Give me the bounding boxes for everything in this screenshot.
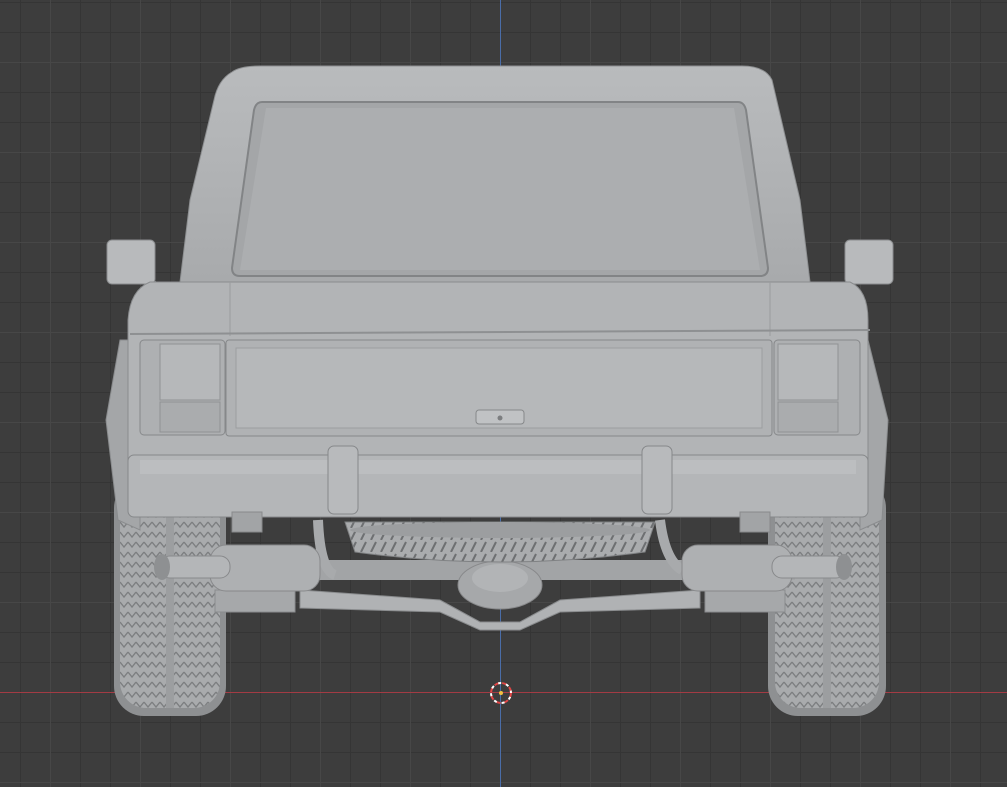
- taillight-right: [773, 339, 861, 436]
- 3d-cursor-icon[interactable]: [488, 680, 514, 706]
- spare-tire: [344, 521, 656, 563]
- license-plate-light: [475, 409, 525, 425]
- 3d-viewport[interactable]: [0, 0, 1007, 787]
- bumper: [127, 445, 869, 518]
- truck-model[interactable]: [0, 0, 1007, 787]
- rear-window: [230, 101, 770, 277]
- bumper-guard-right: [641, 445, 673, 515]
- bumper-guard-left: [327, 445, 359, 515]
- taillight-left: [139, 339, 226, 436]
- bracket-right: [739, 511, 771, 533]
- bracket-left: [231, 511, 263, 533]
- differential: [457, 560, 543, 610]
